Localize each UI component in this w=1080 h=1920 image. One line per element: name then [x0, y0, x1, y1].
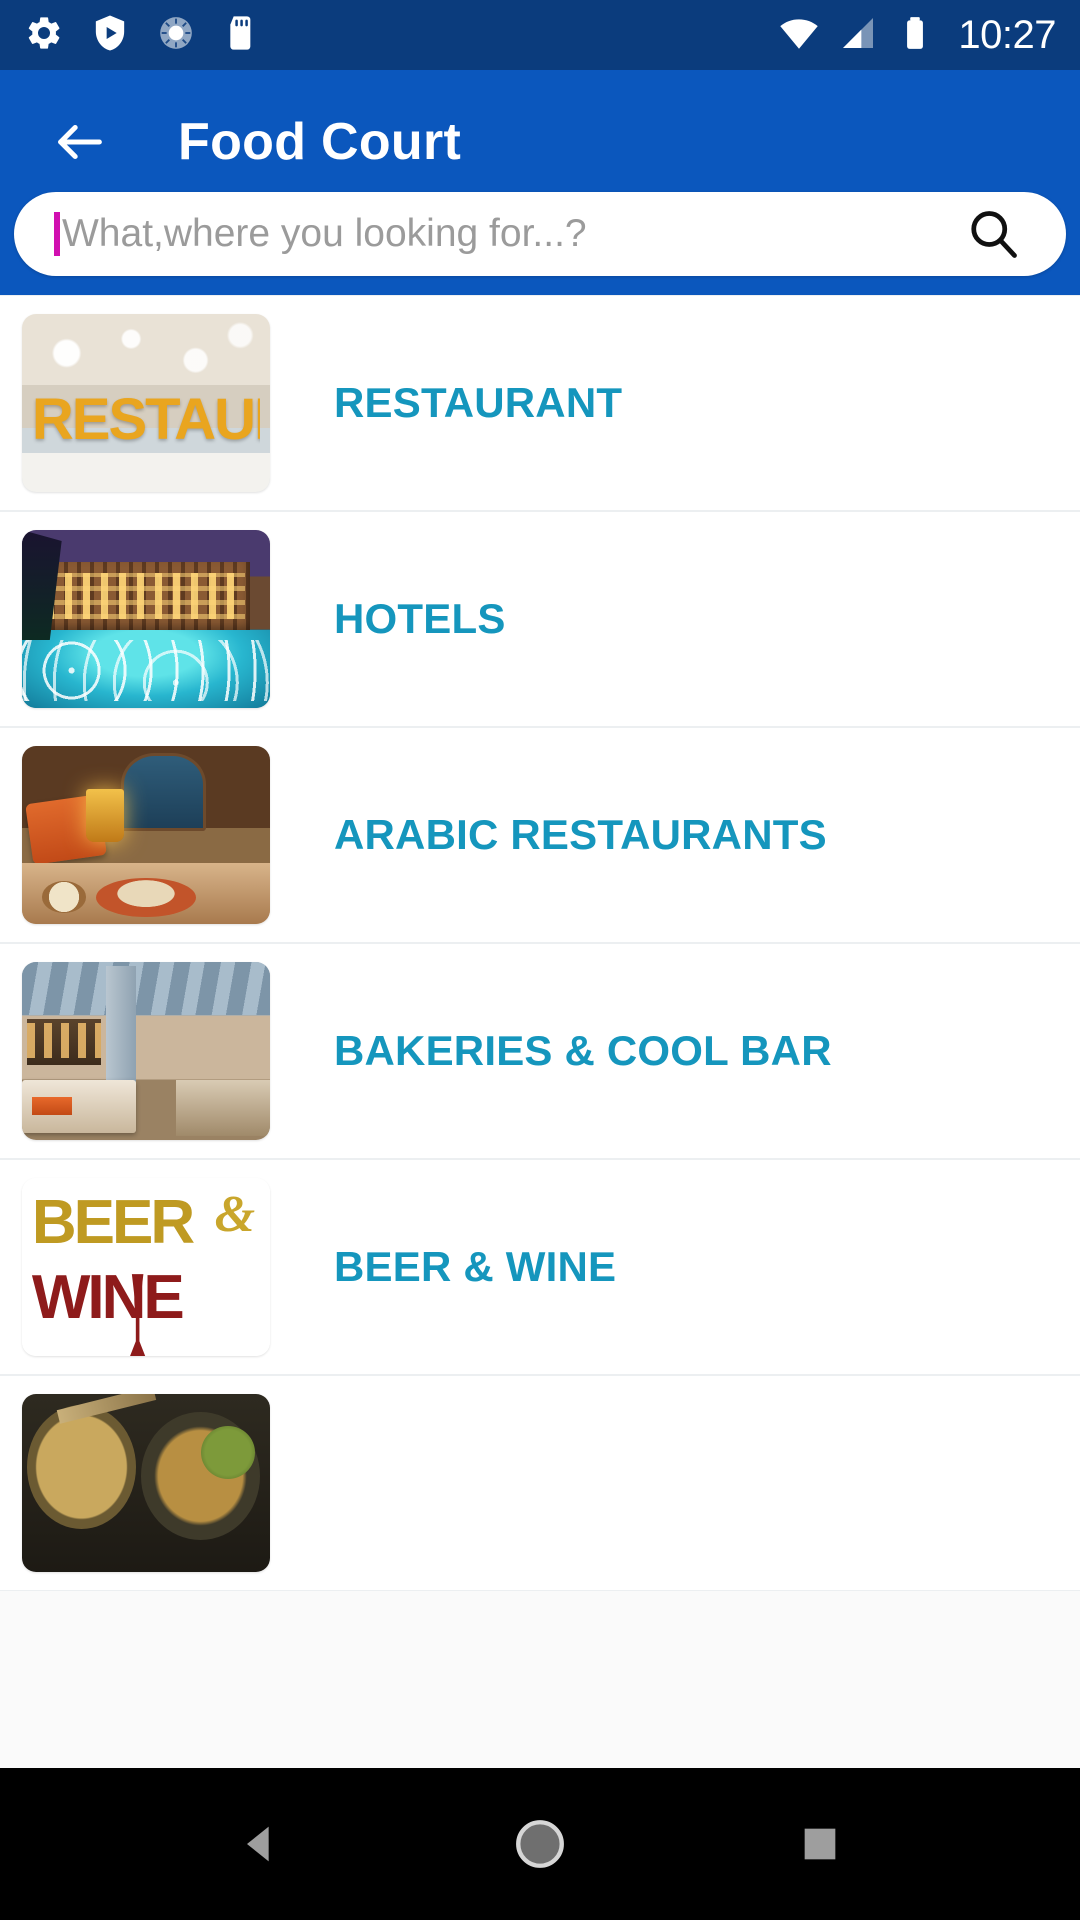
- settings-gear-icon: [24, 13, 64, 58]
- category-label: RESTAURANT: [334, 379, 623, 426]
- category-thumbnail: [22, 1394, 270, 1572]
- text-caret: [54, 212, 60, 256]
- cellular-signal-icon: [838, 13, 878, 58]
- status-bar-clock: 10:27: [958, 13, 1056, 57]
- page-title: Food Court: [178, 113, 462, 171]
- sd-card-icon: [222, 13, 262, 58]
- bakery-counter-photo: [22, 962, 270, 1140]
- noodle-bowls-photo: [22, 1394, 270, 1572]
- search-bar-container: [14, 192, 1066, 276]
- restaurant-interior-photo: RESTAURANT: [22, 314, 270, 492]
- arabic-dining-room-photo: [22, 746, 270, 924]
- category-thumbnail: [22, 746, 270, 924]
- category-label: HOTELS: [334, 595, 506, 642]
- sync-spinner-icon: [156, 13, 196, 58]
- category-list[interactable]: RESTAURANT RESTAURANT HOTELS: [0, 295, 1080, 1768]
- battery-icon: [896, 14, 934, 57]
- system-navigation-bar: [0, 1768, 1080, 1920]
- category-label: BAKERIES & COOL BAR: [334, 1027, 832, 1074]
- list-item[interactable]: BEER & WINE BEER & WINE: [0, 1159, 1080, 1375]
- shield-play-icon: [90, 13, 130, 58]
- search-input[interactable]: [62, 212, 954, 256]
- search-icon[interactable]: [954, 195, 1032, 273]
- status-bar-left-icons: [24, 13, 262, 58]
- list-item[interactable]: [0, 1375, 1080, 1591]
- back-button[interactable]: [44, 106, 116, 178]
- search-bar[interactable]: [14, 192, 1066, 276]
- status-bar: 10:27: [0, 0, 1080, 70]
- nav-home-button[interactable]: [485, 1789, 595, 1899]
- hotel-pool-night-photo: [22, 530, 270, 708]
- category-label: BEER & WINE: [334, 1243, 617, 1290]
- app-bar: Food Court: [0, 70, 1080, 295]
- list-item[interactable]: BAKERIES & COOL BAR: [0, 943, 1080, 1159]
- category-thumbnail: [22, 530, 270, 708]
- list-item[interactable]: ARABIC RESTAURANTS: [0, 727, 1080, 943]
- status-bar-right-icons: 10:27: [778, 12, 1056, 59]
- list-item[interactable]: RESTAURANT RESTAURANT: [0, 295, 1080, 511]
- category-thumbnail: RESTAURANT: [22, 314, 270, 492]
- nav-back-button[interactable]: [205, 1789, 315, 1899]
- nav-recents-button[interactable]: [765, 1789, 875, 1899]
- wifi-icon: [778, 12, 820, 59]
- category-label: ARABIC RESTAURANTS: [334, 811, 827, 858]
- category-thumbnail: [22, 962, 270, 1140]
- beer-and-wine-logo: BEER & WINE: [22, 1178, 270, 1356]
- category-thumbnail: BEER & WINE: [22, 1178, 270, 1356]
- list-item[interactable]: HOTELS: [0, 511, 1080, 727]
- app-bar-top-row: Food Court: [0, 78, 1080, 206]
